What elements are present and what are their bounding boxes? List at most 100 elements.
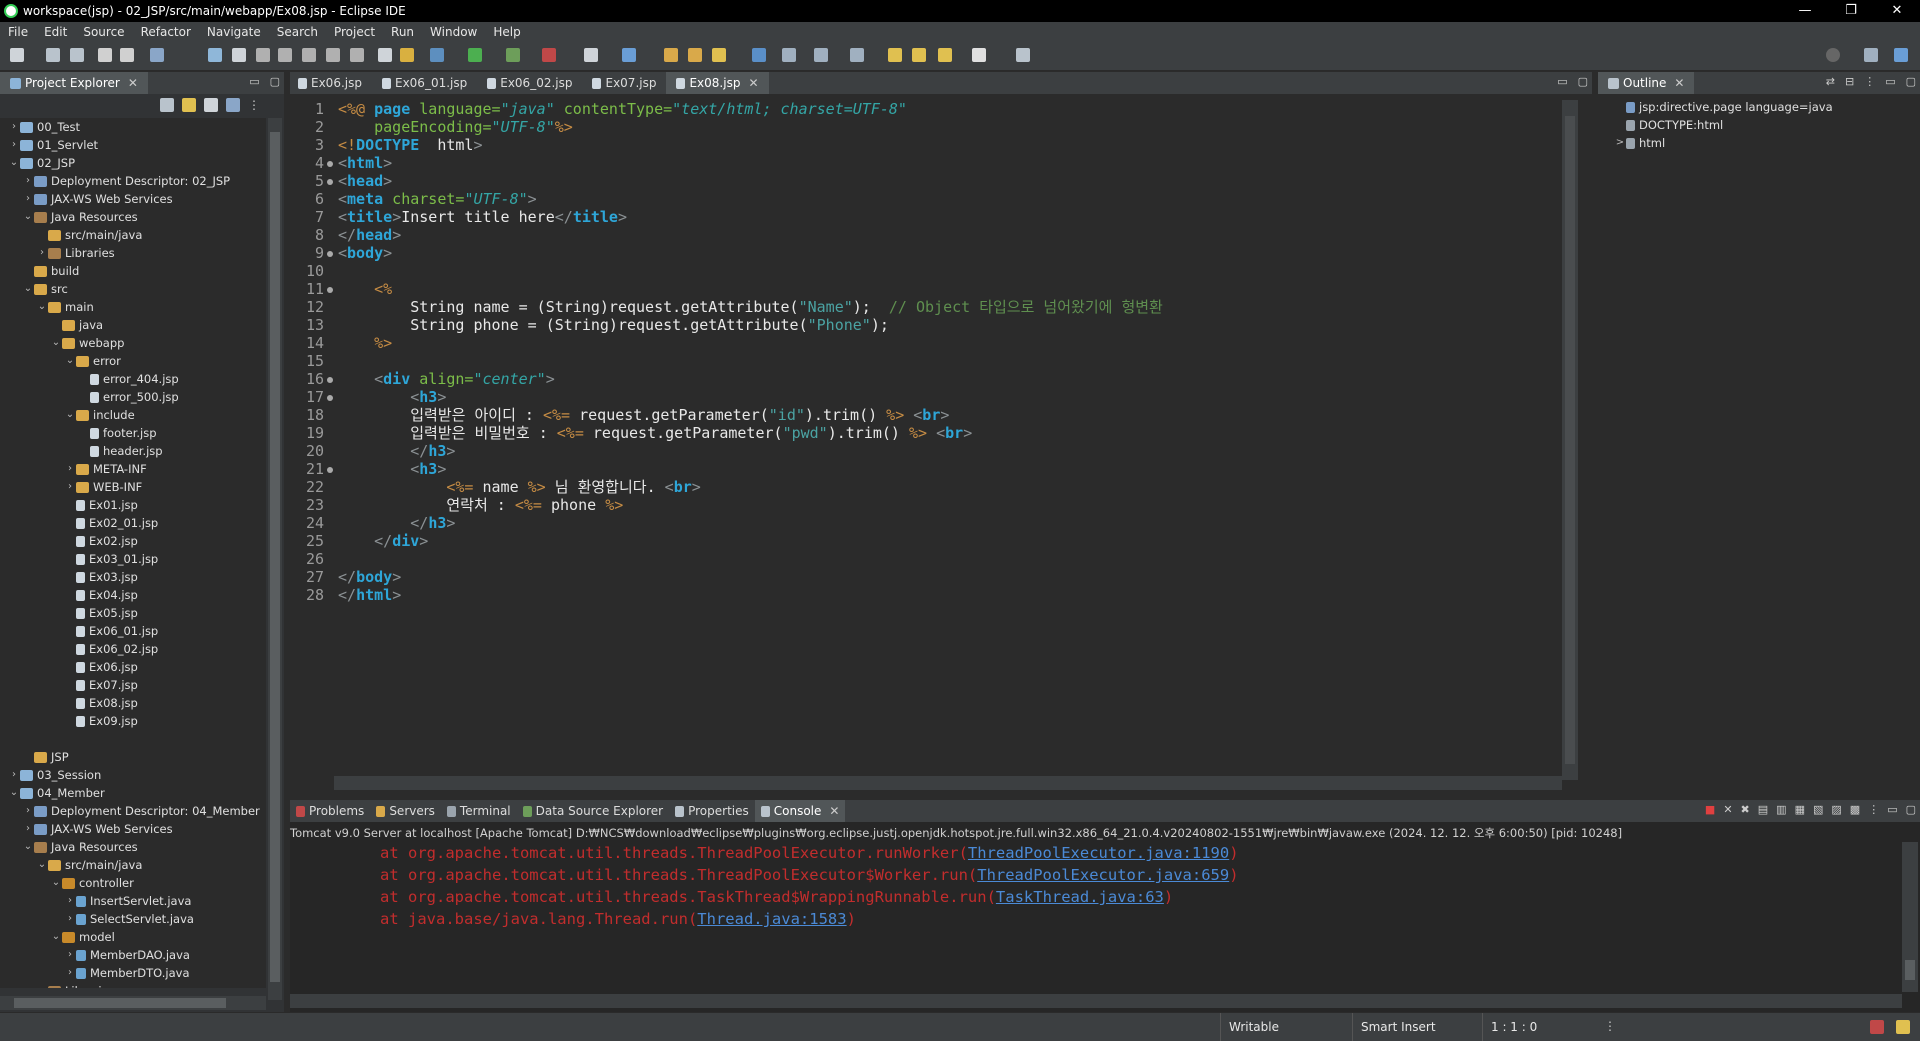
coverage-icon[interactable]	[506, 48, 520, 62]
menu-help[interactable]: Help	[485, 25, 528, 39]
explorer-scroll-thumb[interactable]	[270, 132, 280, 982]
fold-marker-icon[interactable]	[327, 251, 333, 257]
tab-ex06-01[interactable]: Ex06_01.jsp	[372, 72, 477, 94]
tree-item[interactable]: ⌄ Java Resources	[22, 838, 138, 856]
minimize-view-icon[interactable]: ▭	[1557, 75, 1567, 88]
chevron-down-icon[interactable]: ⌄	[36, 298, 48, 316]
tree-item[interactable]: ⌄ src	[22, 280, 68, 298]
chevron-right-icon[interactable]: ›	[8, 766, 20, 784]
minimize-view-icon[interactable]: ▭	[249, 75, 259, 88]
close-icon[interactable]: ✕	[748, 76, 758, 90]
view-menu-icon[interactable]: ⋮	[248, 98, 260, 112]
tab-console[interactable]: Console ✕	[754, 800, 846, 822]
explorer-vertical-scrollbar[interactable]	[268, 118, 282, 1000]
menu-refactor[interactable]: Refactor	[133, 25, 199, 39]
view-menu-icon[interactable]: ⋮	[1868, 803, 1879, 816]
maximize-view-icon[interactable]: ▢	[1906, 75, 1916, 88]
clear-console-icon[interactable]: ▤	[1758, 803, 1768, 816]
tree-item[interactable]: › JAX-WS Web Services	[22, 190, 173, 208]
disconnect-icon[interactable]	[278, 48, 292, 62]
chevron-right-icon[interactable]: ›	[36, 982, 48, 988]
open-resource-icon[interactable]	[688, 48, 702, 62]
word-wrap-icon[interactable]: ▦	[1795, 803, 1805, 816]
chevron-right-icon[interactable]: ›	[64, 892, 76, 910]
search-globe-icon[interactable]	[752, 48, 766, 62]
menu-file[interactable]: File	[0, 25, 36, 39]
tree-item[interactable]: › MemberDTO.java	[64, 964, 190, 982]
prev-annotation-icon[interactable]	[850, 48, 864, 62]
restore-button[interactable]: ❐	[1828, 0, 1874, 22]
tips-icon[interactable]	[1896, 1020, 1910, 1034]
forward-icon[interactable]	[972, 48, 986, 62]
new-web-icon[interactable]	[622, 48, 636, 62]
step-over-icon[interactable]	[326, 48, 340, 62]
tree-item[interactable]: JSP	[22, 748, 69, 766]
tree-item[interactable]: header.jsp	[78, 442, 163, 460]
step-return-icon[interactable]	[350, 48, 364, 62]
terminal-icon[interactable]	[1016, 48, 1030, 62]
chevron-down-icon[interactable]: ⌄	[22, 208, 34, 226]
tree-item[interactable]: › Libraries	[36, 982, 115, 988]
pin-console-icon[interactable]: ▧	[1813, 803, 1823, 816]
redo-icon[interactable]	[120, 48, 134, 62]
pin-editor-icon[interactable]	[782, 48, 796, 62]
notification-icon[interactable]	[1870, 1020, 1884, 1034]
open-perspective-icon[interactable]	[1864, 48, 1878, 62]
chevron-right-icon[interactable]: ›	[22, 190, 34, 208]
tree-item[interactable]: Ex02.jsp	[64, 532, 138, 550]
chevron-down-icon[interactable]: ⌄	[36, 856, 48, 874]
save-icon[interactable]	[46, 48, 60, 62]
run-icon[interactable]	[468, 48, 482, 62]
tree-item[interactable]: › 03_Session	[8, 766, 101, 784]
menu-search[interactable]: Search	[269, 25, 326, 39]
tree-item[interactable]: build	[22, 262, 79, 280]
minimize-view-icon[interactable]: ▭	[1885, 75, 1895, 88]
tree-item[interactable]: › SelectServlet.java	[64, 910, 194, 928]
back-icon[interactable]	[938, 48, 952, 62]
chevron-right-icon[interactable]: ›	[22, 802, 34, 820]
console-horizontal-scrollbar[interactable]	[290, 994, 1902, 1008]
tab-outline[interactable]: Outline ✕	[1598, 72, 1695, 94]
terminate-icon[interactable]	[256, 48, 270, 62]
save-all-icon[interactable]	[70, 48, 84, 62]
tree-item[interactable]	[8, 730, 20, 748]
tree-item[interactable]: error_404.jsp	[78, 370, 179, 388]
chevron-down-icon[interactable]: ⌄	[64, 352, 76, 370]
chevron-right-icon[interactable]: ›	[8, 118, 20, 136]
chevron-right-icon[interactable]: ›	[64, 478, 76, 496]
chevron-right-icon[interactable]: ›	[64, 964, 76, 982]
menu-navigate[interactable]: Navigate	[199, 25, 269, 39]
tree-item[interactable]: ⌄ 04_Member	[8, 784, 105, 802]
chevron-right-icon[interactable]: ›	[22, 172, 34, 190]
chevron-down-icon[interactable]: ⌄	[64, 406, 76, 424]
chevron-right-icon[interactable]: >	[1614, 134, 1626, 152]
tree-item[interactable]: › Deployment Descriptor: 02_JSP	[22, 172, 230, 190]
tree-item[interactable]: ⌄ controller	[50, 874, 134, 892]
fold-marker-icon[interactable]	[327, 467, 333, 473]
tree-item[interactable]: ⌄ src/main/java	[36, 856, 143, 874]
menu-window[interactable]: Window	[422, 25, 485, 39]
close-button[interactable]: ✕	[1874, 0, 1920, 22]
menu-project[interactable]: Project	[326, 25, 383, 39]
chevron-right-icon[interactable]: ›	[36, 244, 48, 262]
tab-properties[interactable]: Properties	[669, 800, 755, 822]
maximize-view-icon[interactable]: ▢	[1578, 75, 1588, 88]
tree-item[interactable]: ⌄ 02_JSP	[8, 154, 75, 172]
outline-item[interactable]: DOCTYPE:html	[1614, 116, 1723, 134]
tree-item[interactable]: › META-INF	[64, 460, 147, 478]
tree-item[interactable]: Ex06.jsp	[64, 658, 138, 676]
close-icon[interactable]: ✕	[1674, 76, 1684, 90]
open-folder-icon[interactable]	[664, 48, 678, 62]
tree-item[interactable]: ⌄ main	[36, 298, 94, 316]
chevron-right-icon[interactable]: ›	[64, 460, 76, 478]
tree-item[interactable]: › WEB-INF	[64, 478, 142, 496]
remove-launch-icon[interactable]: ✕	[1723, 803, 1732, 816]
tree-item[interactable]: Ex06_02.jsp	[64, 640, 158, 658]
chevron-down-icon[interactable]: ⌄	[50, 928, 62, 946]
fold-marker-icon[interactable]	[327, 395, 333, 401]
tab-ex08[interactable]: Ex08.jsp ✕	[666, 72, 769, 94]
fold-marker-icon[interactable]	[327, 287, 333, 293]
outline-item[interactable]: > html	[1614, 134, 1665, 152]
suspend-icon[interactable]	[232, 48, 246, 62]
next-annotation-icon[interactable]	[814, 48, 828, 62]
